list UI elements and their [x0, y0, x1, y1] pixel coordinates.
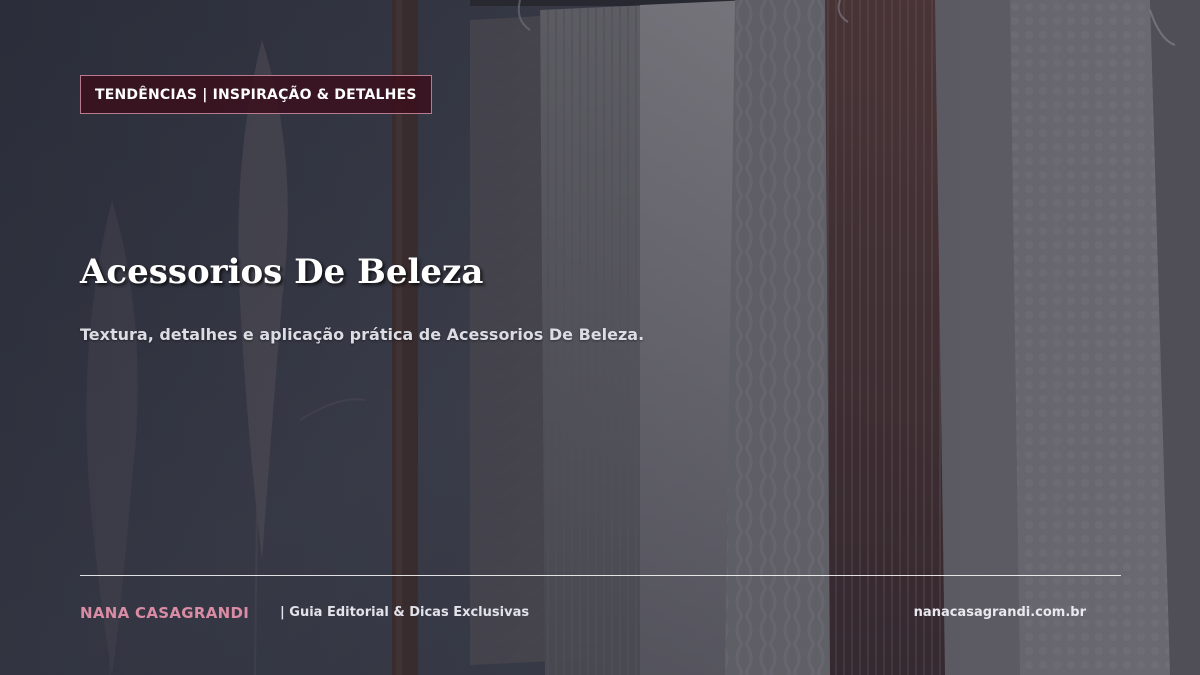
brand-name: NANA CASAGRANDI: [80, 604, 250, 622]
page-subtitle: Textura, detalhes e aplicação prática de…: [80, 325, 645, 344]
brand-tagline: | Guia Editorial & Dicas Exclusivas: [280, 605, 530, 620]
footer-divider: [80, 575, 1121, 576]
site-url: nanacasagrandi.com.br: [913, 605, 1086, 620]
page-title: Acessorios De Beleza: [80, 252, 484, 292]
category-badge: TENDÊNCIAS | INSPIRAÇÃO & DETALHES: [80, 75, 432, 114]
